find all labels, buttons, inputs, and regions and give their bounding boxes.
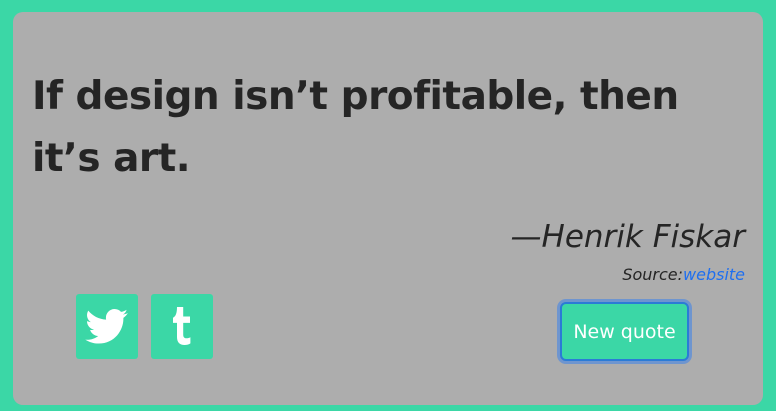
quote-author: —Henrik Fiskar xyxy=(510,219,745,255)
tweet-quote-button[interactable] xyxy=(76,294,138,359)
tumblr-quote-button[interactable] xyxy=(151,294,213,359)
tumblr-t-icon xyxy=(173,306,191,345)
source-label: Source: xyxy=(622,265,684,284)
quote-source: Source:website xyxy=(622,262,745,288)
quote-box: If design isn’t profitable, then it’s ar… xyxy=(13,12,763,405)
quote-text: If design isn’t profitable, then it’s ar… xyxy=(32,74,679,181)
twitter-bird-icon xyxy=(85,308,128,344)
new-quote-button[interactable]: New quote xyxy=(560,302,689,361)
source-link[interactable]: website xyxy=(683,265,745,284)
